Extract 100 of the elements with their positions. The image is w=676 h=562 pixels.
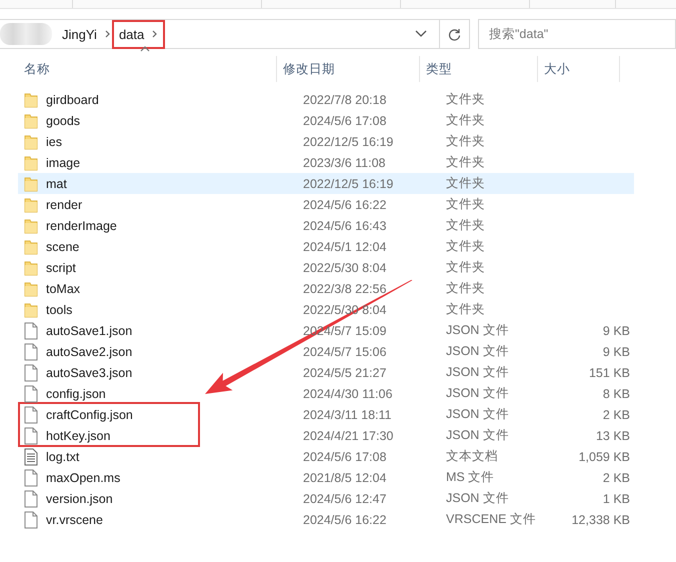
file-row[interactable]: tools 2022/5/30 8:04 文件夹 [18, 299, 634, 320]
file-row[interactable]: render 2024/5/6 16:22 文件夹 [18, 194, 634, 215]
file-name[interactable]: render [46, 198, 82, 212]
file-icon [24, 406, 38, 424]
folder-icon [24, 238, 38, 254]
folder-icon [24, 196, 38, 212]
file-row[interactable]: version.json 2024/5/6 12:47 JSON 文件 1 KB [18, 488, 634, 509]
file-size: 9 KB [602, 324, 631, 338]
file-icon [24, 322, 38, 340]
file-type: JSON 文件 [445, 490, 510, 507]
file-name[interactable]: mat [46, 176, 67, 190]
file-name[interactable]: vr.vrscene [46, 512, 103, 526]
modified-date: 2024/4/30 11:06 [302, 386, 394, 400]
file-row[interactable]: image 2023/3/6 11:08 文件夹 [18, 152, 634, 173]
file-row[interactable]: toMax 2022/3/8 22:56 文件夹 [18, 278, 634, 299]
file-row[interactable]: scene 2024/5/1 12:04 文件夹 [18, 236, 634, 257]
column-header[interactable]: 修改日期 [277, 56, 420, 82]
refresh-icon [448, 28, 461, 40]
modified-date: 2024/5/5 21:27 [302, 366, 388, 380]
file-type: 文件夹 [445, 175, 486, 192]
modified-date: 2024/5/6 17:08 [302, 114, 388, 128]
file-name[interactable]: hotKey.json [46, 428, 110, 442]
file-name[interactable]: toMax [46, 282, 80, 296]
file-type: 文件夹 [445, 112, 486, 129]
file-type: VRSCENE 文件 [445, 511, 537, 528]
file-row[interactable]: config.json 2024/4/30 11:06 JSON 文件 8 KB [18, 383, 634, 404]
file-row[interactable]: craftConfig.json 2024/3/11 18:11 JSON 文件 2 KB [18, 404, 634, 425]
column-header[interactable]: 大小 [538, 56, 620, 82]
file-row[interactable]: maxOpen.ms 2021/8/5 12:04 MS 文件 2 KB [18, 467, 634, 488]
file-type: JSON 文件 [445, 343, 510, 360]
file-row[interactable]: log.txt 2024/5/6 17:08 文本文档 1,059 KB [18, 446, 634, 467]
file-row[interactable]: vr.vrscene 2024/5/6 16:22 VRSCENE 文件 12,338 KB [18, 509, 634, 530]
file-name[interactable]: log.txt [46, 450, 80, 464]
file-name[interactable]: goods [46, 114, 80, 128]
modified-date: 2024/5/6 16:22 [302, 512, 388, 526]
file-row[interactable]: mat 2022/12/5 16:19 文件夹 [18, 173, 634, 194]
file-name[interactable]: girdboard [46, 92, 99, 106]
folder-icon [24, 112, 38, 128]
file-name[interactable]: image [46, 156, 80, 170]
file-name[interactable]: version.json [46, 492, 113, 506]
file-type: JSON 文件 [445, 427, 510, 444]
file-type: 文件夹 [445, 154, 486, 171]
file-size: 151 KB [588, 366, 631, 380]
file-name[interactable]: tools [46, 302, 72, 316]
file-size: 8 KB [602, 386, 631, 400]
file-name[interactable]: script [46, 260, 76, 274]
file-icon [24, 510, 38, 528]
file-icon [24, 384, 38, 402]
folder-icon [24, 280, 38, 296]
breadcrumb[interactable]: data [114, 22, 162, 46]
file-type: JSON 文件 [445, 322, 510, 339]
modified-date: 2022/12/5 16:19 [302, 134, 394, 148]
modified-date: 2022/5/30 8:04 [302, 260, 388, 274]
file-name[interactable]: ies [46, 134, 62, 148]
file-name[interactable]: maxOpen.ms [46, 470, 120, 484]
modified-date: 2024/5/6 12:47 [302, 492, 388, 506]
file-name[interactable]: scene [46, 240, 80, 254]
file-type: 文件夹 [445, 196, 486, 213]
folder-icon [24, 134, 38, 150]
file-row[interactable]: goods 2024/5/6 17:08 文件夹 [18, 110, 634, 131]
modified-date: 2024/3/11 18:11 [302, 408, 393, 422]
file-name[interactable]: craftConfig.json [46, 408, 133, 422]
file-name[interactable]: renderImage [46, 218, 117, 232]
file-name[interactable]: autoSave2.json [46, 344, 132, 358]
file-row[interactable]: autoSave3.json 2024/5/5 21:27 JSON 文件 151 KB [18, 362, 634, 383]
file-name[interactable]: autoSave3.json [46, 366, 132, 380]
file-name[interactable]: config.json [46, 386, 106, 400]
file-row[interactable]: script 2022/5/30 8:04 文件夹 [18, 257, 634, 278]
file-icon [24, 364, 38, 382]
modified-date: 2022/12/5 16:19 [302, 176, 394, 190]
modified-date: 2024/5/7 15:06 [302, 344, 388, 358]
file-type: 文件夹 [445, 280, 486, 297]
file-row[interactable]: ies 2022/12/5 16:19 文件夹 [18, 131, 634, 152]
dropdown-caret-icon[interactable] [415, 30, 427, 38]
modified-date: 2024/5/6 16:22 [302, 198, 388, 212]
file-type: JSON 文件 [445, 406, 510, 423]
file-size: 2 KB [602, 470, 631, 484]
file-type: 文本文档 [445, 448, 499, 465]
address-bar[interactable]: JingYi data [0, 19, 470, 49]
file-name[interactable]: autoSave1.json [46, 324, 132, 338]
file-type: 文件夹 [445, 238, 486, 255]
folder-icon [24, 302, 38, 318]
column-header[interactable]: 类型 [420, 56, 538, 82]
search-field[interactable]: 搜索"data" [478, 19, 676, 49]
file-icon [24, 468, 38, 486]
file-icon [24, 490, 38, 508]
file-row[interactable]: girdboard 2022/7/8 20:18 文件夹 [18, 89, 634, 110]
chevron-icon[interactable] [104, 30, 111, 38]
file-row[interactable]: autoSave2.json 2024/5/7 15:06 JSON 文件 9 KB [18, 341, 634, 362]
file-row[interactable]: hotKey.json 2024/4/21 17:30 JSON 文件 13 KB [18, 425, 634, 446]
folder-icon [24, 218, 38, 234]
file-size: 12,338 KB [570, 512, 631, 526]
column-header[interactable]: 名称 [18, 56, 277, 82]
sort-caret-icon [140, 46, 150, 52]
breadcrumb[interactable]: JingYi [58, 22, 101, 46]
file-row[interactable]: renderImage 2024/5/6 16:43 文件夹 [18, 215, 634, 236]
modified-date: 2022/5/30 8:04 [302, 302, 388, 316]
file-size: 13 KB [594, 428, 631, 442]
chevron-icon[interactable] [152, 30, 158, 38]
folder-icon [24, 260, 38, 276]
